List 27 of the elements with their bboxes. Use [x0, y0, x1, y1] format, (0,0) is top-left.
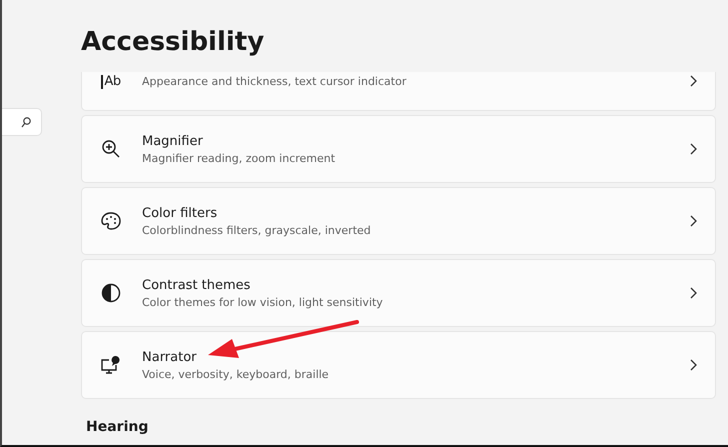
card-description: Magnifier reading, zoom increment: [142, 152, 336, 164]
card-title: Color filters: [142, 206, 218, 220]
search-icon: [21, 116, 31, 128]
section-heading: Hearing: [86, 419, 150, 435]
settings-card[interactable]: Magnifier Magnifier reading, zoom increment: [81, 115, 716, 183]
card-title: Contrast themes: [142, 278, 252, 292]
chevron-right-icon: [689, 287, 697, 299]
search-field[interactable]: [2, 108, 42, 136]
chevron-right-icon: [689, 143, 697, 155]
page-title: Accessibility: [81, 26, 266, 59]
settings-card[interactable]: Narrator Voice, verbosity, keyboard, braille: [81, 331, 716, 399]
card-description: Color themes for low vision, light sensitivity: [142, 296, 384, 308]
card-description: Appearance and thickness, text cursor indicator: [142, 75, 408, 88]
card-title: Narrator: [142, 350, 198, 364]
chevron-right-icon: [689, 215, 697, 227]
settings-card[interactable]: Ab Appearance and thickness, text cursor indicator: [81, 72, 716, 111]
card-description: Colorblindness filters, grayscale, inverted: [142, 224, 372, 236]
settings-card[interactable]: Color filters Colorblindness filters, grayscale, inverted: [81, 187, 716, 255]
card-description: Voice, verbosity, keyboard, braille: [142, 368, 330, 380]
card-title: Magnifier: [142, 134, 204, 148]
chevron-right-icon: [689, 75, 697, 87]
contrast-icon: [101, 283, 121, 303]
palette-icon: [101, 212, 121, 230]
narrator-icon: [100, 355, 122, 375]
settings-card[interactable]: Contrast themes Color themes for low vision, light sensitivity: [81, 259, 716, 327]
magnifier-icon: [101, 139, 121, 159]
chevron-right-icon: [689, 359, 697, 371]
